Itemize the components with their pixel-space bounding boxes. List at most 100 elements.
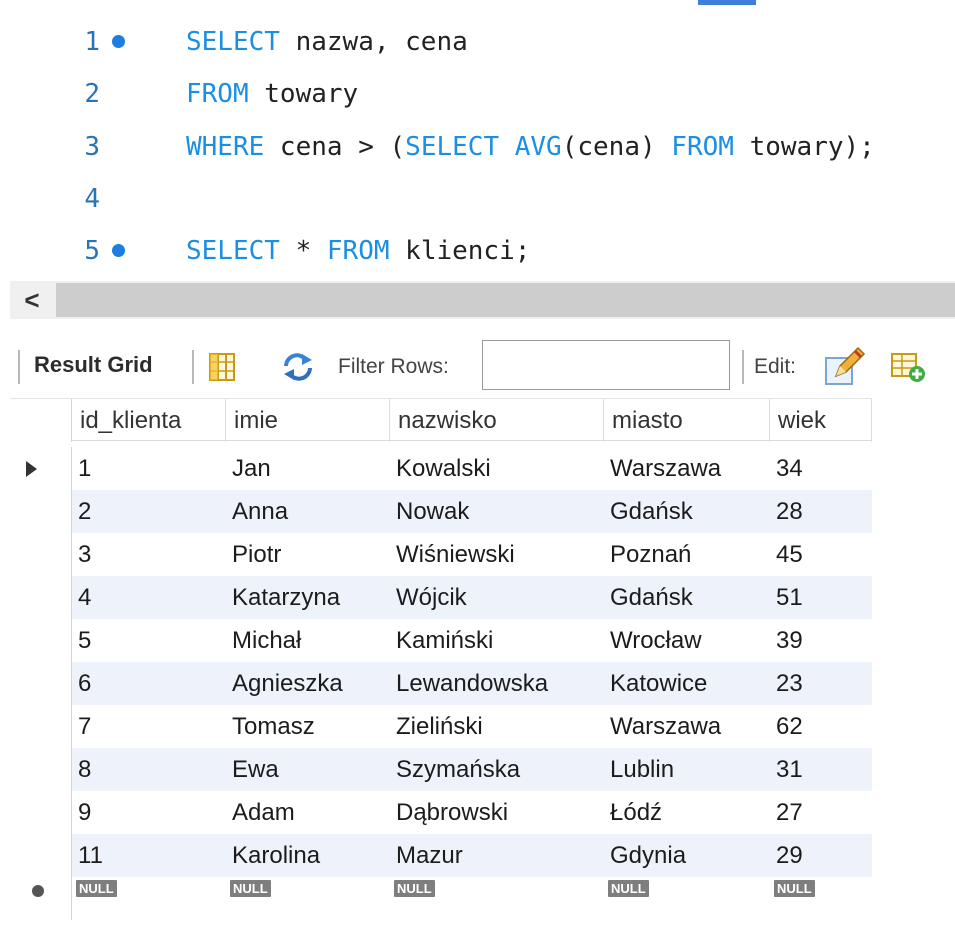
row-selector[interactable] xyxy=(10,447,72,490)
table-cell[interactable]: Wójcik xyxy=(390,576,604,619)
table-cell[interactable]: 8 xyxy=(72,748,226,791)
table-row[interactable]: 3 Piotr Wiśniewski Poznań 45 xyxy=(10,533,872,576)
table-cell[interactable]: Gdańsk xyxy=(604,576,770,619)
grid-layout-icon[interactable] xyxy=(208,352,236,382)
filter-rows-input[interactable] xyxy=(482,340,730,390)
table-cell[interactable]: 39 xyxy=(770,619,872,662)
table-cell[interactable]: Warszawa xyxy=(604,447,770,490)
table-cell[interactable]: 31 xyxy=(770,748,872,791)
table-cell[interactable]: 34 xyxy=(770,447,872,490)
row-selector[interactable] xyxy=(10,576,72,619)
row-selector[interactable] xyxy=(10,662,72,705)
editor-horizontal-scrollbar[interactable]: < xyxy=(10,281,955,319)
table-row[interactable]: 11 Karolina Mazur Gdynia 29 xyxy=(10,834,872,877)
scroll-left-arrow-icon[interactable]: < xyxy=(10,281,54,319)
column-header-nazwisko[interactable]: nazwisko xyxy=(390,399,604,442)
table-cell[interactable]: Wiśniewski xyxy=(390,533,604,576)
code-line[interactable]: 2 FROM towary xyxy=(10,74,955,114)
row-selector[interactable] xyxy=(10,877,72,920)
table-cell[interactable]: Adam xyxy=(226,791,390,834)
table-cell[interactable]: Karolina xyxy=(226,834,390,877)
table-cell[interactable]: 5 xyxy=(72,619,226,662)
table-cell[interactable]: Dąbrowski xyxy=(390,791,604,834)
statement-marker-icon[interactable] xyxy=(112,244,125,257)
column-header-imie[interactable]: imie xyxy=(226,399,390,442)
code-line[interactable]: 5 SELECT * FROM klienci; xyxy=(10,231,955,271)
table-cell[interactable]: Łódź xyxy=(604,791,770,834)
table-cell[interactable]: Nowak xyxy=(390,490,604,533)
code-line[interactable]: 3 WHERE cena > (SELECT AVG(cena) FROM tow… xyxy=(10,127,955,167)
table-row[interactable]: 5 Michał Kamiński Wrocław 39 xyxy=(10,619,872,662)
column-header-miasto[interactable]: miasto xyxy=(604,399,770,442)
row-selector[interactable] xyxy=(10,791,72,834)
null-badge[interactable]: NULL xyxy=(394,880,435,897)
row-selector[interactable] xyxy=(10,834,72,877)
row-selector[interactable] xyxy=(10,533,72,576)
table-cell[interactable]: Warszawa xyxy=(604,705,770,748)
table-cell[interactable]: Mazur xyxy=(390,834,604,877)
result-grid-tab[interactable]: Result Grid xyxy=(34,352,153,378)
table-cell[interactable]: 7 xyxy=(72,705,226,748)
table-cell[interactable]: Ewa xyxy=(226,748,390,791)
table-cell[interactable]: Zieliński xyxy=(390,705,604,748)
table-row[interactable]: 8 Ewa Szymańska Lublin 31 xyxy=(10,748,872,791)
row-selector[interactable] xyxy=(10,748,72,791)
table-cell[interactable]: 45 xyxy=(770,533,872,576)
table-cell[interactable]: 9 xyxy=(72,791,226,834)
code-text[interactable]: FROM towary xyxy=(186,74,358,114)
edit-pencil-icon[interactable] xyxy=(822,344,866,388)
statement-marker-icon[interactable] xyxy=(112,35,125,48)
table-cell[interactable]: 51 xyxy=(770,576,872,619)
table-cell[interactable]: 4 xyxy=(72,576,226,619)
table-cell[interactable]: Katowice xyxy=(604,662,770,705)
table-row[interactable]: 9 Adam Dąbrowski Łódź 27 xyxy=(10,791,872,834)
table-cell[interactable]: 29 xyxy=(770,834,872,877)
table-cell[interactable]: Piotr xyxy=(226,533,390,576)
code-text[interactable]: SELECT nazwa, cena xyxy=(186,22,468,62)
table-cell[interactable]: 6 xyxy=(72,662,226,705)
table-cell[interactable]: Poznań xyxy=(604,533,770,576)
row-selector[interactable] xyxy=(10,705,72,748)
scrollbar-thumb[interactable] xyxy=(56,283,955,317)
table-cell[interactable]: Szymańska xyxy=(390,748,604,791)
table-cell[interactable]: 2 xyxy=(72,490,226,533)
table-cell[interactable]: 27 xyxy=(770,791,872,834)
null-badge[interactable]: NULL xyxy=(76,880,117,897)
table-cell[interactable]: Wrocław xyxy=(604,619,770,662)
table-row[interactable]: 4 Katarzyna Wójcik Gdańsk 51 xyxy=(10,576,872,619)
table-row[interactable]: 7 Tomasz Zieliński Warszawa 62 xyxy=(10,705,872,748)
table-cell[interactable]: Lublin xyxy=(604,748,770,791)
table-cell[interactable]: 28 xyxy=(770,490,872,533)
add-row-icon[interactable] xyxy=(890,350,926,384)
table-cell[interactable]: Agnieszka xyxy=(226,662,390,705)
null-badge[interactable]: NULL xyxy=(608,880,649,897)
table-cell[interactable]: Michał xyxy=(226,619,390,662)
table-row[interactable]: 6 Agnieszka Lewandowska Katowice 23 xyxy=(10,662,872,705)
table-cell[interactable]: Gdynia xyxy=(604,834,770,877)
table-cell[interactable]: Kamiński xyxy=(390,619,604,662)
table-cell[interactable]: 3 xyxy=(72,533,226,576)
column-header-id-klienta[interactable]: id_klienta xyxy=(72,399,226,442)
code-text[interactable]: WHERE cena > (SELECT AVG(cena) FROM towa… xyxy=(186,127,875,167)
null-badge[interactable]: NULL xyxy=(774,880,815,897)
code-text[interactable]: SELECT * FROM klienci; xyxy=(186,231,530,271)
new-row[interactable]: NULL NULL NULL NULL NULL xyxy=(10,877,872,920)
code-line[interactable]: 4 xyxy=(10,179,955,219)
table-cell[interactable]: Tomasz xyxy=(226,705,390,748)
table-cell[interactable]: Gdańsk xyxy=(604,490,770,533)
table-cell[interactable]: 1 xyxy=(72,447,226,490)
table-cell[interactable]: 23 xyxy=(770,662,872,705)
code-line[interactable]: 1 SELECT nazwa, cena xyxy=(10,22,955,62)
table-cell[interactable]: 11 xyxy=(72,834,226,877)
sql-editor[interactable]: 1 SELECT nazwa, cena 2 FROM towary 3 WHERE ce… xyxy=(10,0,955,280)
table-cell[interactable]: Lewandowska xyxy=(390,662,604,705)
refresh-icon[interactable] xyxy=(280,352,316,382)
table-row[interactable]: 1 Jan Kowalski Warszawa 34 xyxy=(10,447,872,490)
table-cell[interactable]: Kowalski xyxy=(390,447,604,490)
table-cell[interactable]: Anna xyxy=(226,490,390,533)
row-selector[interactable] xyxy=(10,490,72,533)
table-row[interactable]: 2 Anna Nowak Gdańsk 28 xyxy=(10,490,872,533)
table-cell[interactable]: 62 xyxy=(770,705,872,748)
null-badge[interactable]: NULL xyxy=(230,880,271,897)
row-selector[interactable] xyxy=(10,619,72,662)
